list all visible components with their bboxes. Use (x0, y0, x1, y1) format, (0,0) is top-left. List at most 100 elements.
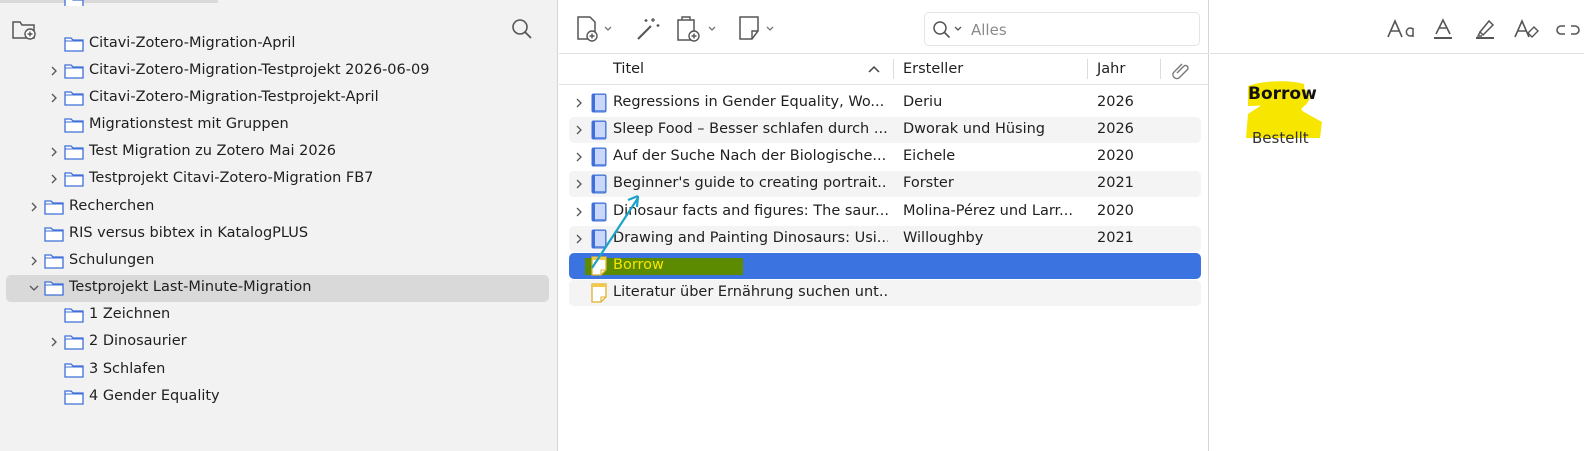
item-creator: Dworak und Hüsing (903, 121, 1046, 137)
chevron-down-icon[interactable] (28, 282, 40, 294)
column-year[interactable]: Jahr (1097, 61, 1125, 77)
item-year: 2020 (1097, 148, 1134, 164)
add-attachment-icon[interactable] (675, 14, 719, 44)
folder-icon (64, 0, 84, 6)
chevron-right-icon[interactable] (573, 97, 585, 109)
item-title: Auf der Suche Nach der Biologische... (613, 148, 887, 164)
item-title: Regressions in Gender Equality, Wo... (613, 94, 885, 110)
item-title: Drawing and Painting Dinosaurs: Usi... (613, 230, 888, 246)
collection-row[interactable]: 4 Gender Equality (0, 384, 550, 411)
item-row[interactable]: Drawing and Painting Dinosaurs: Usi... Wi… (569, 226, 1201, 252)
folder-icon (64, 171, 84, 187)
folder-icon (64, 307, 84, 323)
attachment-column-icon[interactable] (1169, 59, 1193, 81)
chevron-right-icon[interactable] (48, 65, 60, 77)
chevron-right-icon[interactable] (573, 151, 585, 163)
collection-label: 2 Dinosaurier (89, 333, 187, 349)
item-year: 2021 (1097, 175, 1134, 191)
text-color-icon[interactable] (1430, 16, 1456, 42)
item-year: 2021 (1097, 230, 1134, 246)
collection-row[interactable]: Recherchen (0, 194, 550, 221)
folder-icon (64, 63, 84, 79)
folder-icon (64, 90, 84, 106)
collection-label: Testprojekt Citavi-Zotero-Migration FB7 (89, 170, 374, 186)
column-header: Titel Ersteller Jahr (559, 54, 1209, 85)
chevron-right-icon[interactable] (48, 336, 60, 348)
collection-label: Citavi-Zotero-Migration-Testprojekt-Apri… (89, 89, 379, 105)
chevron-right-icon[interactable] (48, 146, 60, 158)
item-creator: Willoughby (903, 230, 984, 246)
collection-row[interactable]: Testprojekt Last-Minute-Migration (6, 275, 549, 302)
new-item-icon[interactable] (575, 14, 615, 44)
column-separator[interactable] (893, 59, 894, 79)
items-toolbar (559, 0, 1209, 54)
column-separator[interactable] (1087, 59, 1088, 79)
collection-row[interactable]: Test Migration zu Zotero Mai 2026 (0, 139, 550, 166)
insert-link-icon[interactable] (1554, 16, 1584, 42)
chevron-right-icon[interactable] (28, 255, 40, 267)
note-editor-pane: Borrow Bestellt (1210, 0, 1584, 451)
folder-icon (64, 117, 84, 133)
column-title[interactable]: Titel (613, 61, 644, 77)
chevron-right-icon[interactable] (48, 92, 60, 104)
collection-row[interactable]: Schulungen (0, 248, 550, 275)
note-body[interactable]: Bestellt (1252, 129, 1309, 147)
collection-row[interactable]: 3 Schlafen (0, 357, 550, 384)
collection-label: Recherchen (69, 198, 155, 214)
collection-row[interactable]: Migrationstest mit Gruppen (0, 112, 550, 139)
items-pane: Titel Ersteller Jahr Regressions in Gend… (559, 0, 1209, 451)
note-title[interactable]: Borrow (1248, 84, 1317, 104)
collection-label: 4 Gender Equality (89, 388, 220, 404)
highlight-icon[interactable] (1472, 16, 1498, 42)
collection-row[interactable]: Citavi-Zotero-Migration-Testprojekt 2026… (0, 58, 550, 85)
column-creator[interactable]: Ersteller (903, 61, 963, 77)
collections-pane: Citavi-Zotero-Migration-April Citavi-Zote… (0, 0, 558, 451)
folder-icon (64, 334, 84, 350)
item-row[interactable]: Regressions in Gender Equality, Wo... Der… (569, 90, 1201, 116)
item-year: 2020 (1097, 203, 1134, 219)
search-mode-icon[interactable] (931, 19, 967, 41)
search-input[interactable] (971, 19, 1181, 41)
item-row[interactable]: Sleep Food – Besser schlafen durch ... Dw… (569, 117, 1201, 143)
item-row[interactable]: Auf der Suche Nach der Biologische... Eic… (569, 144, 1201, 170)
item-year: 2026 (1097, 94, 1134, 110)
book-icon (591, 93, 607, 113)
chevron-right-icon[interactable] (28, 201, 40, 213)
item-row[interactable]: Dinosaur facts and figures: The saur... M… (569, 199, 1201, 225)
collection-label: Test Migration zu Zotero Mai 2026 (89, 143, 337, 159)
collection-row[interactable]: 2 Dinosaurier (0, 329, 550, 356)
collection-row[interactable]: Citavi-Zotero-Migration-April (0, 31, 550, 58)
chevron-right-icon[interactable] (48, 173, 60, 185)
collection-label: Migrationstest mit Gruppen (89, 116, 289, 132)
text-size-icon[interactable] (1386, 16, 1416, 42)
collection-row[interactable]: 1 Zeichnen (0, 302, 550, 329)
new-note-icon[interactable] (737, 14, 777, 44)
folder-icon (44, 253, 64, 269)
column-separator[interactable] (1160, 59, 1161, 79)
items-search-field[interactable] (924, 12, 1200, 46)
folder-icon (44, 280, 64, 296)
collection-row[interactable]: RIS versus bibtex in KatalogPLUS (0, 221, 550, 248)
magic-wand-icon[interactable] (633, 14, 663, 44)
clear-formatting-icon[interactable] (1512, 16, 1540, 42)
folder-icon (44, 199, 64, 215)
collection-row[interactable]: Citavi-Zotero-Migration-Testprojekt-Apri… (0, 85, 550, 112)
item-title: Sleep Food – Besser schlafen durch ... (613, 121, 888, 137)
chevron-right-icon[interactable] (573, 124, 585, 136)
collection-row[interactable]: Testprojekt Citavi-Zotero-Migration FB7 (0, 166, 550, 193)
item-creator: Deriu (903, 94, 943, 110)
item-title: Literatur über Ernährung suchen unt... (613, 284, 888, 300)
note-item-row[interactable]: Borrow (569, 253, 1201, 279)
folder-icon (64, 36, 84, 52)
collection-label: 1 Zeichnen (89, 306, 171, 322)
book-icon (591, 120, 607, 140)
item-row[interactable]: Beginner's guide to creating portrait...… (569, 171, 1201, 197)
annotation-arrow (591, 194, 640, 269)
note-item-row[interactable]: Literatur über Ernährung suchen unt... (569, 280, 1201, 306)
note-icon (591, 283, 607, 303)
collection-label: RIS versus bibtex in KatalogPLUS (69, 225, 309, 241)
folder-icon (64, 362, 84, 378)
zotero-window: Citavi-Zotero-Migration-April Citavi-Zote… (0, 0, 1584, 451)
collection-label: 3 Schlafen (89, 361, 166, 377)
sort-ascending-icon[interactable] (867, 62, 881, 76)
